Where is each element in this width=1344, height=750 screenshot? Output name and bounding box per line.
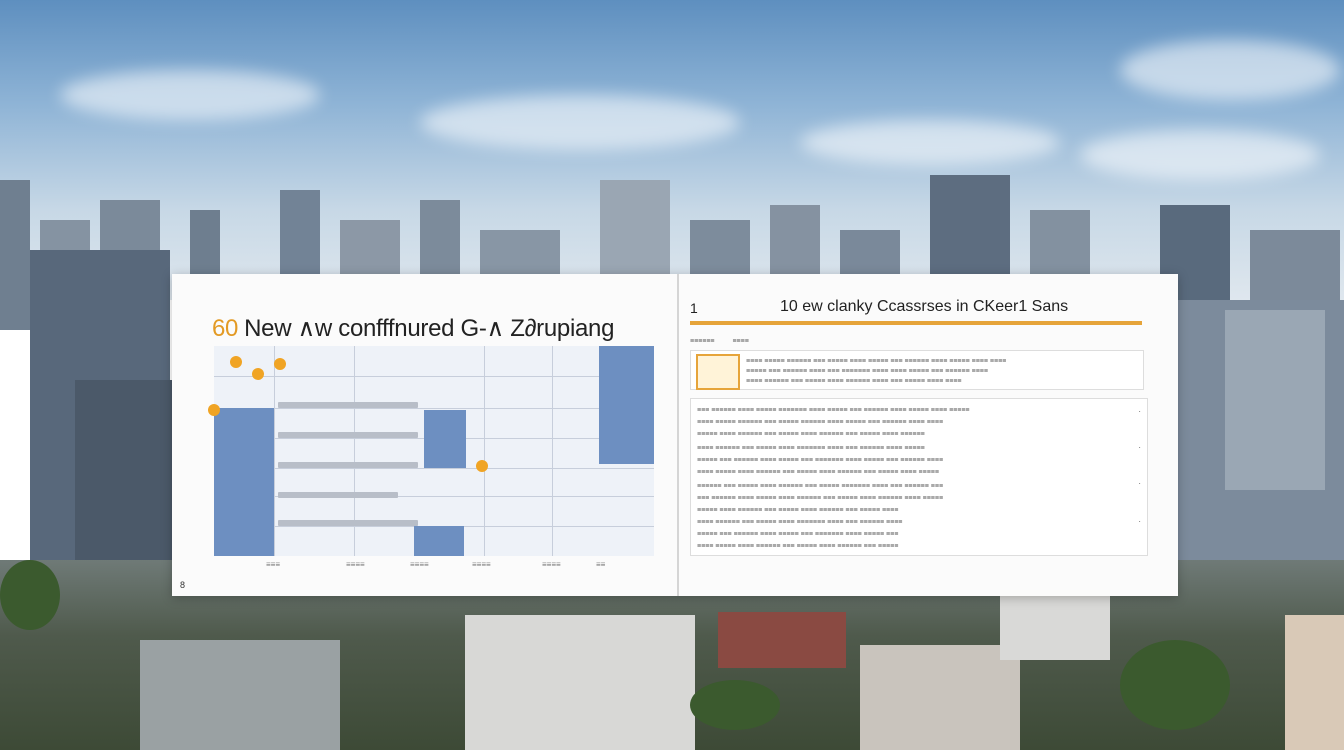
tab-row: ≡≡≡≡≡≡ ≡≡≡≡	[690, 338, 749, 345]
list-row: ≡≡≡ ≡≡≡≡≡≡ ≡≡≡≡ ≡≡≡≡≡ ≡≡≡≡ ≡≡≡≡≡≡ ≡≡≡ ≡≡…	[697, 495, 944, 502]
chart-area	[208, 346, 654, 556]
x-tick-label: ≡≡≡	[266, 560, 281, 569]
tab-label: ≡≡≡≡	[732, 338, 749, 345]
card-text-line: ≡≡≡≡ ≡≡≡≡≡≡ ≡≡≡ ≡≡≡≡≡ ≡≡≡≡ ≡≡≡≡≡≡ ≡≡≡≡ ≡…	[746, 378, 962, 385]
gridline	[214, 468, 654, 469]
tree	[690, 680, 780, 730]
tree	[1120, 640, 1230, 730]
chart-bar	[414, 526, 464, 556]
building	[1225, 310, 1325, 490]
chart-marker	[476, 460, 488, 472]
chart-marker	[230, 356, 242, 368]
x-tick-label: ≡≡	[596, 560, 606, 569]
text-list: ≡≡≡ ≡≡≡≡≡≡ ≡≡≡≡ ≡≡≡≡≡ ≡≡≡≡≡≡≡ ≡≡≡≡ ≡≡≡≡≡…	[690, 398, 1148, 556]
left-title: 60 New ∧w confffnured G-∧ Z∂rupiang	[212, 314, 614, 343]
chart-hbar	[278, 462, 418, 468]
list-row: ≡≡≡≡≡ ≡≡≡≡ ≡≡≡≡≡≡ ≡≡≡ ≡≡≡≡≡ ≡≡≡≡ ≡≡≡≡≡≡ …	[697, 431, 925, 438]
x-tick-label: ≡≡≡≡	[472, 560, 491, 569]
chart-bar	[424, 410, 466, 468]
list-row: ≡≡≡≡≡ ≡≡≡ ≡≡≡≡≡≡ ≡≡≡≡ ≡≡≡≡≡ ≡≡≡ ≡≡≡≡≡≡≡ …	[697, 531, 899, 538]
cloud	[420, 95, 740, 150]
building	[718, 612, 846, 668]
chart-bar	[599, 346, 654, 464]
building	[0, 180, 30, 330]
cloud	[1120, 40, 1340, 100]
row-marker: ·	[1138, 479, 1141, 488]
left-footer: 8	[180, 580, 186, 590]
tab-label: ≡≡≡≡≡≡	[690, 338, 715, 345]
building	[1000, 596, 1110, 660]
list-row: ≡≡≡≡ ≡≡≡≡≡≡ ≡≡≡ ≡≡≡≡≡ ≡≡≡≡ ≡≡≡≡≡≡≡ ≡≡≡≡ …	[697, 445, 925, 452]
row-marker: ·	[1138, 407, 1141, 416]
list-row: ≡≡≡≡≡≡ ≡≡≡ ≡≡≡≡≡ ≡≡≡≡ ≡≡≡≡≡≡ ≡≡≡ ≡≡≡≡≡ ≡…	[697, 483, 944, 490]
chart-hbar	[278, 432, 418, 438]
chart-hbar	[278, 492, 398, 498]
presentation-board: 60 New ∧w confffnured G-∧ Z∂rupiang ≡≡≡ …	[172, 274, 1178, 596]
page-divider	[677, 274, 679, 596]
right-title: 10 ew clanky Ccassrses in CKeer1 Sans	[780, 298, 1069, 315]
list-row: ≡≡≡≡ ≡≡≡≡≡ ≡≡≡≡ ≡≡≡≡≡≡ ≡≡≡ ≡≡≡≡≡ ≡≡≡≡ ≡≡…	[697, 543, 899, 550]
list-row: ≡≡≡≡ ≡≡≡≡≡ ≡≡≡≡ ≡≡≡≡≡≡ ≡≡≡ ≡≡≡≡≡ ≡≡≡≡ ≡≡…	[697, 469, 939, 476]
list-row: ≡≡≡ ≡≡≡≡≡≡ ≡≡≡≡ ≡≡≡≡≡ ≡≡≡≡≡≡≡ ≡≡≡≡ ≡≡≡≡≡…	[697, 407, 970, 414]
thumbnail-icon	[696, 354, 740, 390]
tree	[0, 560, 60, 630]
list-row: ≡≡≡≡≡ ≡≡≡ ≡≡≡≡≡≡ ≡≡≡≡ ≡≡≡≡≡ ≡≡≡ ≡≡≡≡≡≡≡ …	[697, 457, 944, 464]
list-row: ≡≡≡≡ ≡≡≡≡≡ ≡≡≡≡≡≡ ≡≡≡ ≡≡≡≡≡ ≡≡≡≡≡≡ ≡≡≡≡ …	[697, 419, 944, 426]
left-page: 60 New ∧w confffnured G-∧ Z∂rupiang ≡≡≡ …	[172, 274, 677, 596]
cloud	[60, 70, 320, 120]
card-text-line: ≡≡≡≡≡ ≡≡≡ ≡≡≡≡≡≡ ≡≡≡≡ ≡≡≡ ≡≡≡≡≡≡≡ ≡≡≡≡ ≡…	[746, 368, 988, 375]
building	[465, 615, 695, 750]
x-tick-label: ≡≡≡≡	[346, 560, 365, 569]
building	[1285, 615, 1344, 750]
building	[140, 640, 340, 750]
chart-bar	[214, 408, 274, 556]
list-row: ≡≡≡≡ ≡≡≡≡≡≡ ≡≡≡ ≡≡≡≡≡ ≡≡≡≡ ≡≡≡≡≡≡≡ ≡≡≡≡ …	[697, 519, 903, 526]
right-page: 1 10 ew clanky Ccassrses in CKeer1 Sans …	[680, 274, 1178, 596]
gridline	[214, 408, 654, 409]
vertical-gridline	[274, 346, 275, 556]
x-tick-label: ≡≡≡≡	[410, 560, 429, 569]
card-text-line: ≡≡≡≡ ≡≡≡≡≡ ≡≡≡≡≡≡ ≡≡≡ ≡≡≡≡≡ ≡≡≡≡ ≡≡≡≡≡ ≡…	[746, 358, 1007, 365]
chart-marker	[274, 358, 286, 370]
left-title-number: 60	[212, 315, 239, 342]
cloud	[800, 120, 1060, 165]
accent-rule	[690, 321, 1142, 325]
list-row: ≡≡≡≡≡ ≡≡≡≡ ≡≡≡≡≡≡ ≡≡≡ ≡≡≡≡≡ ≡≡≡≡ ≡≡≡≡≡≡ …	[697, 507, 899, 514]
row-marker: ·	[1138, 443, 1141, 452]
x-tick-label: ≡≡≡≡	[542, 560, 561, 569]
vertical-gridline	[484, 346, 485, 556]
chart-hbar	[278, 520, 418, 526]
vertical-gridline	[552, 346, 553, 556]
chart-marker	[208, 404, 220, 416]
chart-marker	[252, 368, 264, 380]
row-marker: ·	[1138, 517, 1141, 526]
section-number: 1	[690, 300, 698, 316]
building	[860, 645, 1020, 750]
left-title-text: New ∧w confffnured G-∧ Z∂rupiang	[244, 315, 615, 342]
gridline	[214, 376, 654, 377]
chart-hbar	[278, 402, 418, 408]
